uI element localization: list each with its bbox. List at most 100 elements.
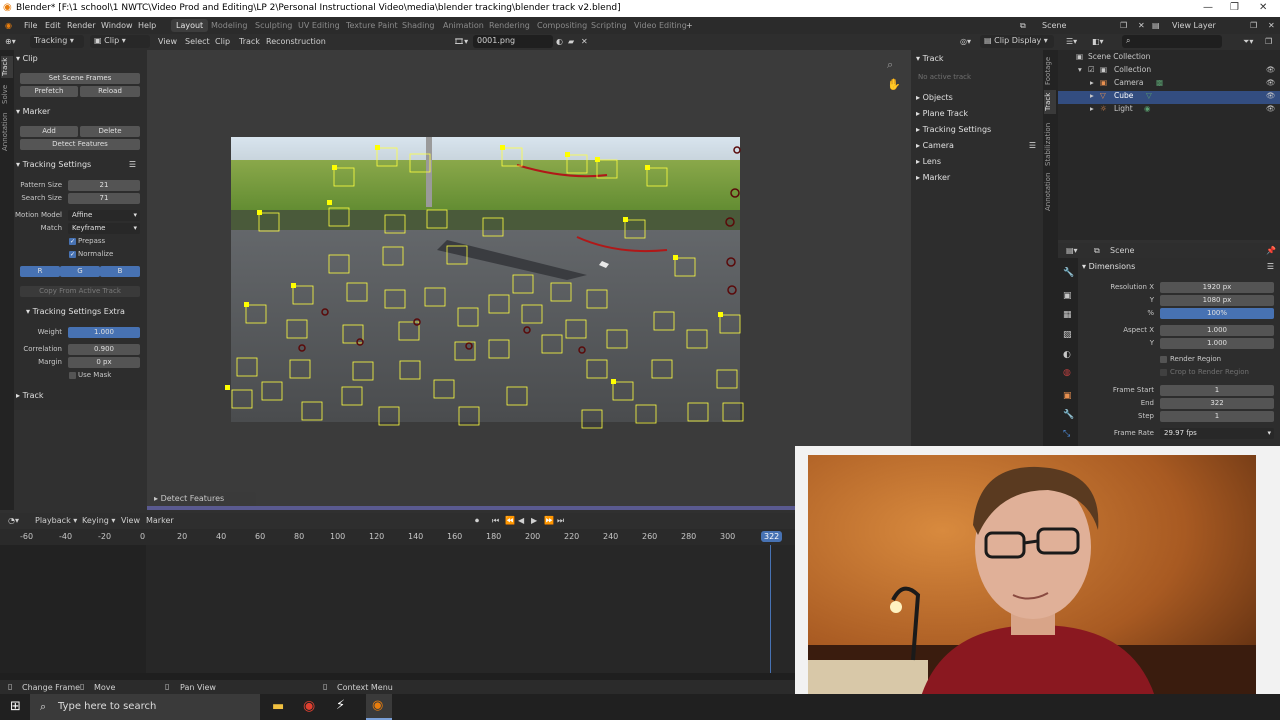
zoom-icon[interactable]: ⌕ [887,58,893,72]
output-tab-icon[interactable]: ▦ [1063,310,1072,320]
outliner-row-cube[interactable]: ▸ ▽ Cube ▽ 👁 [1058,91,1280,104]
add-marker-button[interactable]: Add [20,126,78,137]
aspect-x-field[interactable]: 1.000 [1160,325,1274,336]
last-operator-panel[interactable]: ▸ Detect Features [150,492,256,506]
world-tab-icon[interactable]: ◍ [1063,368,1071,378]
current-frame-badge[interactable]: 322 [761,531,783,542]
prepass-checkbox[interactable]: ✓ [69,238,76,245]
menu-render[interactable]: Render [67,21,95,30]
unlink-clip-icon[interactable]: ✕ [581,37,588,46]
frame-rate-dropdown[interactable]: 29.97 fps ▾ [1160,428,1274,439]
tab-track-right[interactable]: Track [1044,90,1056,114]
timeline-body[interactable] [0,545,795,673]
close-icon[interactable]: ✕ [1259,2,1267,13]
mode-dropdown[interactable]: Tracking ▾ [30,35,84,48]
menu-track[interactable]: Track [239,37,260,46]
tab-animation[interactable]: Animation [443,21,484,30]
play-reverse-icon[interactable]: ◀ [518,516,524,525]
clip-file-field[interactable]: 0001.png [473,35,553,48]
tab-annotation-right[interactable]: Annotation [1044,172,1056,212]
menu-clip[interactable]: Clip [215,37,230,46]
display-mode-icon[interactable]: ◧▾ [1092,37,1104,46]
tab-texture-paint[interactable]: Texture Paint [346,21,398,30]
filter-icon[interactable]: ⏷▾ [1243,37,1253,47]
jump-end-icon[interactable]: ⏭ [557,516,564,526]
frame-step-field[interactable]: 1 [1160,411,1274,422]
timeline-editor-icon[interactable]: ◔▾ [8,516,19,525]
tab-compositing[interactable]: Compositing [537,21,587,30]
new-scene-icon[interactable]: ❐ [1120,21,1127,30]
minimize-icon[interactable]: — [1203,2,1213,13]
motion-model-dropdown[interactable]: Affine ▾ [68,210,140,221]
weight-field[interactable]: 1.000 [68,327,140,338]
normalize-checkbox[interactable]: ✓ [69,251,76,258]
jump-start-icon[interactable]: ⏮ [492,516,499,526]
tab-modeling[interactable]: Modeling [211,21,247,30]
new-view-layer-icon[interactable]: ❐ [1250,21,1257,30]
frame-start-field[interactable]: 1 [1160,385,1274,396]
track-panel-header[interactable]: ▸ Track [16,391,44,404]
tracking-settings-header[interactable]: ▾ Tracking Settings ☰ [16,160,142,173]
menu-window[interactable]: Window [101,21,133,30]
windows-start-icon[interactable]: ⊞ [10,699,21,714]
add-workspace-icon[interactable]: + [686,21,693,30]
eye-icon[interactable]: 👁 [1266,65,1276,74]
outliner-row-camera[interactable]: ▸ ▣ Camera ▩ 👁 [1058,78,1280,91]
clip-display-dropdown[interactable]: ▤ Clip Display ▾ [980,35,1054,48]
frame-end-field[interactable]: 322 [1160,398,1274,409]
expand-arrow-icon[interactable]: ▾ [1078,65,1082,74]
camera-preset-icon[interactable]: ☰ [1029,141,1036,150]
new-collection-icon[interactable]: ❐ [1265,37,1272,46]
tab-stabilization[interactable]: Stabilization [1044,120,1056,168]
view-dropdown[interactable]: ▣ Clip ▾ [90,35,150,48]
tab-video-editing[interactable]: Video Editing [634,21,687,30]
file-explorer-icon[interactable]: ▬ [272,699,284,714]
properties-editor-icon[interactable]: ▤▾ [1066,246,1078,255]
marker-section[interactable]: ▸ Marker [916,173,950,186]
timeline-ruler[interactable]: -60 -40 -20 0 20 40 60 80 100 120 140 16… [0,529,795,545]
checkbox-icon[interactable]: ☑ [1088,65,1095,74]
channel-b-toggle[interactable]: B [100,266,140,277]
scene-name[interactable]: Scene [1042,21,1066,30]
playhead-line[interactable] [770,545,771,673]
blender-menu-icon[interactable]: ◉ [5,21,12,30]
dimensions-preset-icon[interactable]: ☰ [1267,262,1274,271]
pattern-size-field[interactable]: 21 [68,180,140,191]
render-tab-icon[interactable]: ▣ [1063,291,1072,301]
render-region-checkbox[interactable] [1160,356,1167,363]
resolution-y-field[interactable]: 1080 px [1160,295,1274,306]
resolution-pct-field[interactable]: 100% [1160,308,1274,319]
outliner-editor-icon[interactable]: ☰▾ [1066,37,1077,46]
objects-section[interactable]: ▸ Objects [916,93,953,106]
channel-g-toggle[interactable]: G [60,266,100,277]
track-section-header[interactable]: ▾ Track [916,54,944,67]
aspect-y-field[interactable]: 1.000 [1160,338,1274,349]
outliner-row-collection[interactable]: ▾ ☑ ▣ Collection 👁 [1058,65,1280,78]
blender-taskbar-button[interactable]: ◉ [366,694,392,720]
margin-field[interactable]: 0 px [68,357,140,368]
menu-select[interactable]: Select [185,37,210,46]
preset-list-icon[interactable]: ☰ [129,160,136,169]
delete-scene-icon[interactable]: ✕ [1138,21,1145,30]
expand-arrow-icon[interactable]: ▸ [1090,91,1094,100]
modifier-tab-icon[interactable]: 🔧 [1063,410,1074,420]
detect-features-button[interactable]: Detect Features [20,139,140,150]
tab-solve[interactable]: Solve [1,82,13,106]
lens-section[interactable]: ▸ Lens [916,157,941,170]
tab-sculpting[interactable]: Sculpting [255,21,292,30]
outliner-row-light[interactable]: ▸ ☼ Light ◉ 👁 [1058,104,1280,117]
menu-timeline-view[interactable]: View [121,516,140,525]
jump-keyframe-forward-icon[interactable]: ⏩ [544,516,554,525]
tab-uv-editing[interactable]: UV Editing [298,21,340,30]
pivot-icon[interactable]: ◎▾ [960,37,971,46]
tab-footage[interactable]: Footage [1044,56,1056,86]
taskbar-search-box[interactable]: ⌕ Type here to search [30,694,260,720]
eye-icon[interactable]: 👁 [1266,91,1276,100]
view-layer-tab-icon[interactable]: ▧ [1063,330,1072,340]
open-clip-icon[interactable]: ▰ [568,37,574,46]
delete-marker-button[interactable]: Delete [80,126,140,137]
expand-arrow-icon[interactable]: ▸ [1090,78,1094,87]
delete-view-layer-icon[interactable]: ✕ [1268,21,1275,30]
fake-user-icon[interactable]: ◐ [556,37,563,46]
tracking-settings-section[interactable]: ▸ Tracking Settings [916,125,991,138]
